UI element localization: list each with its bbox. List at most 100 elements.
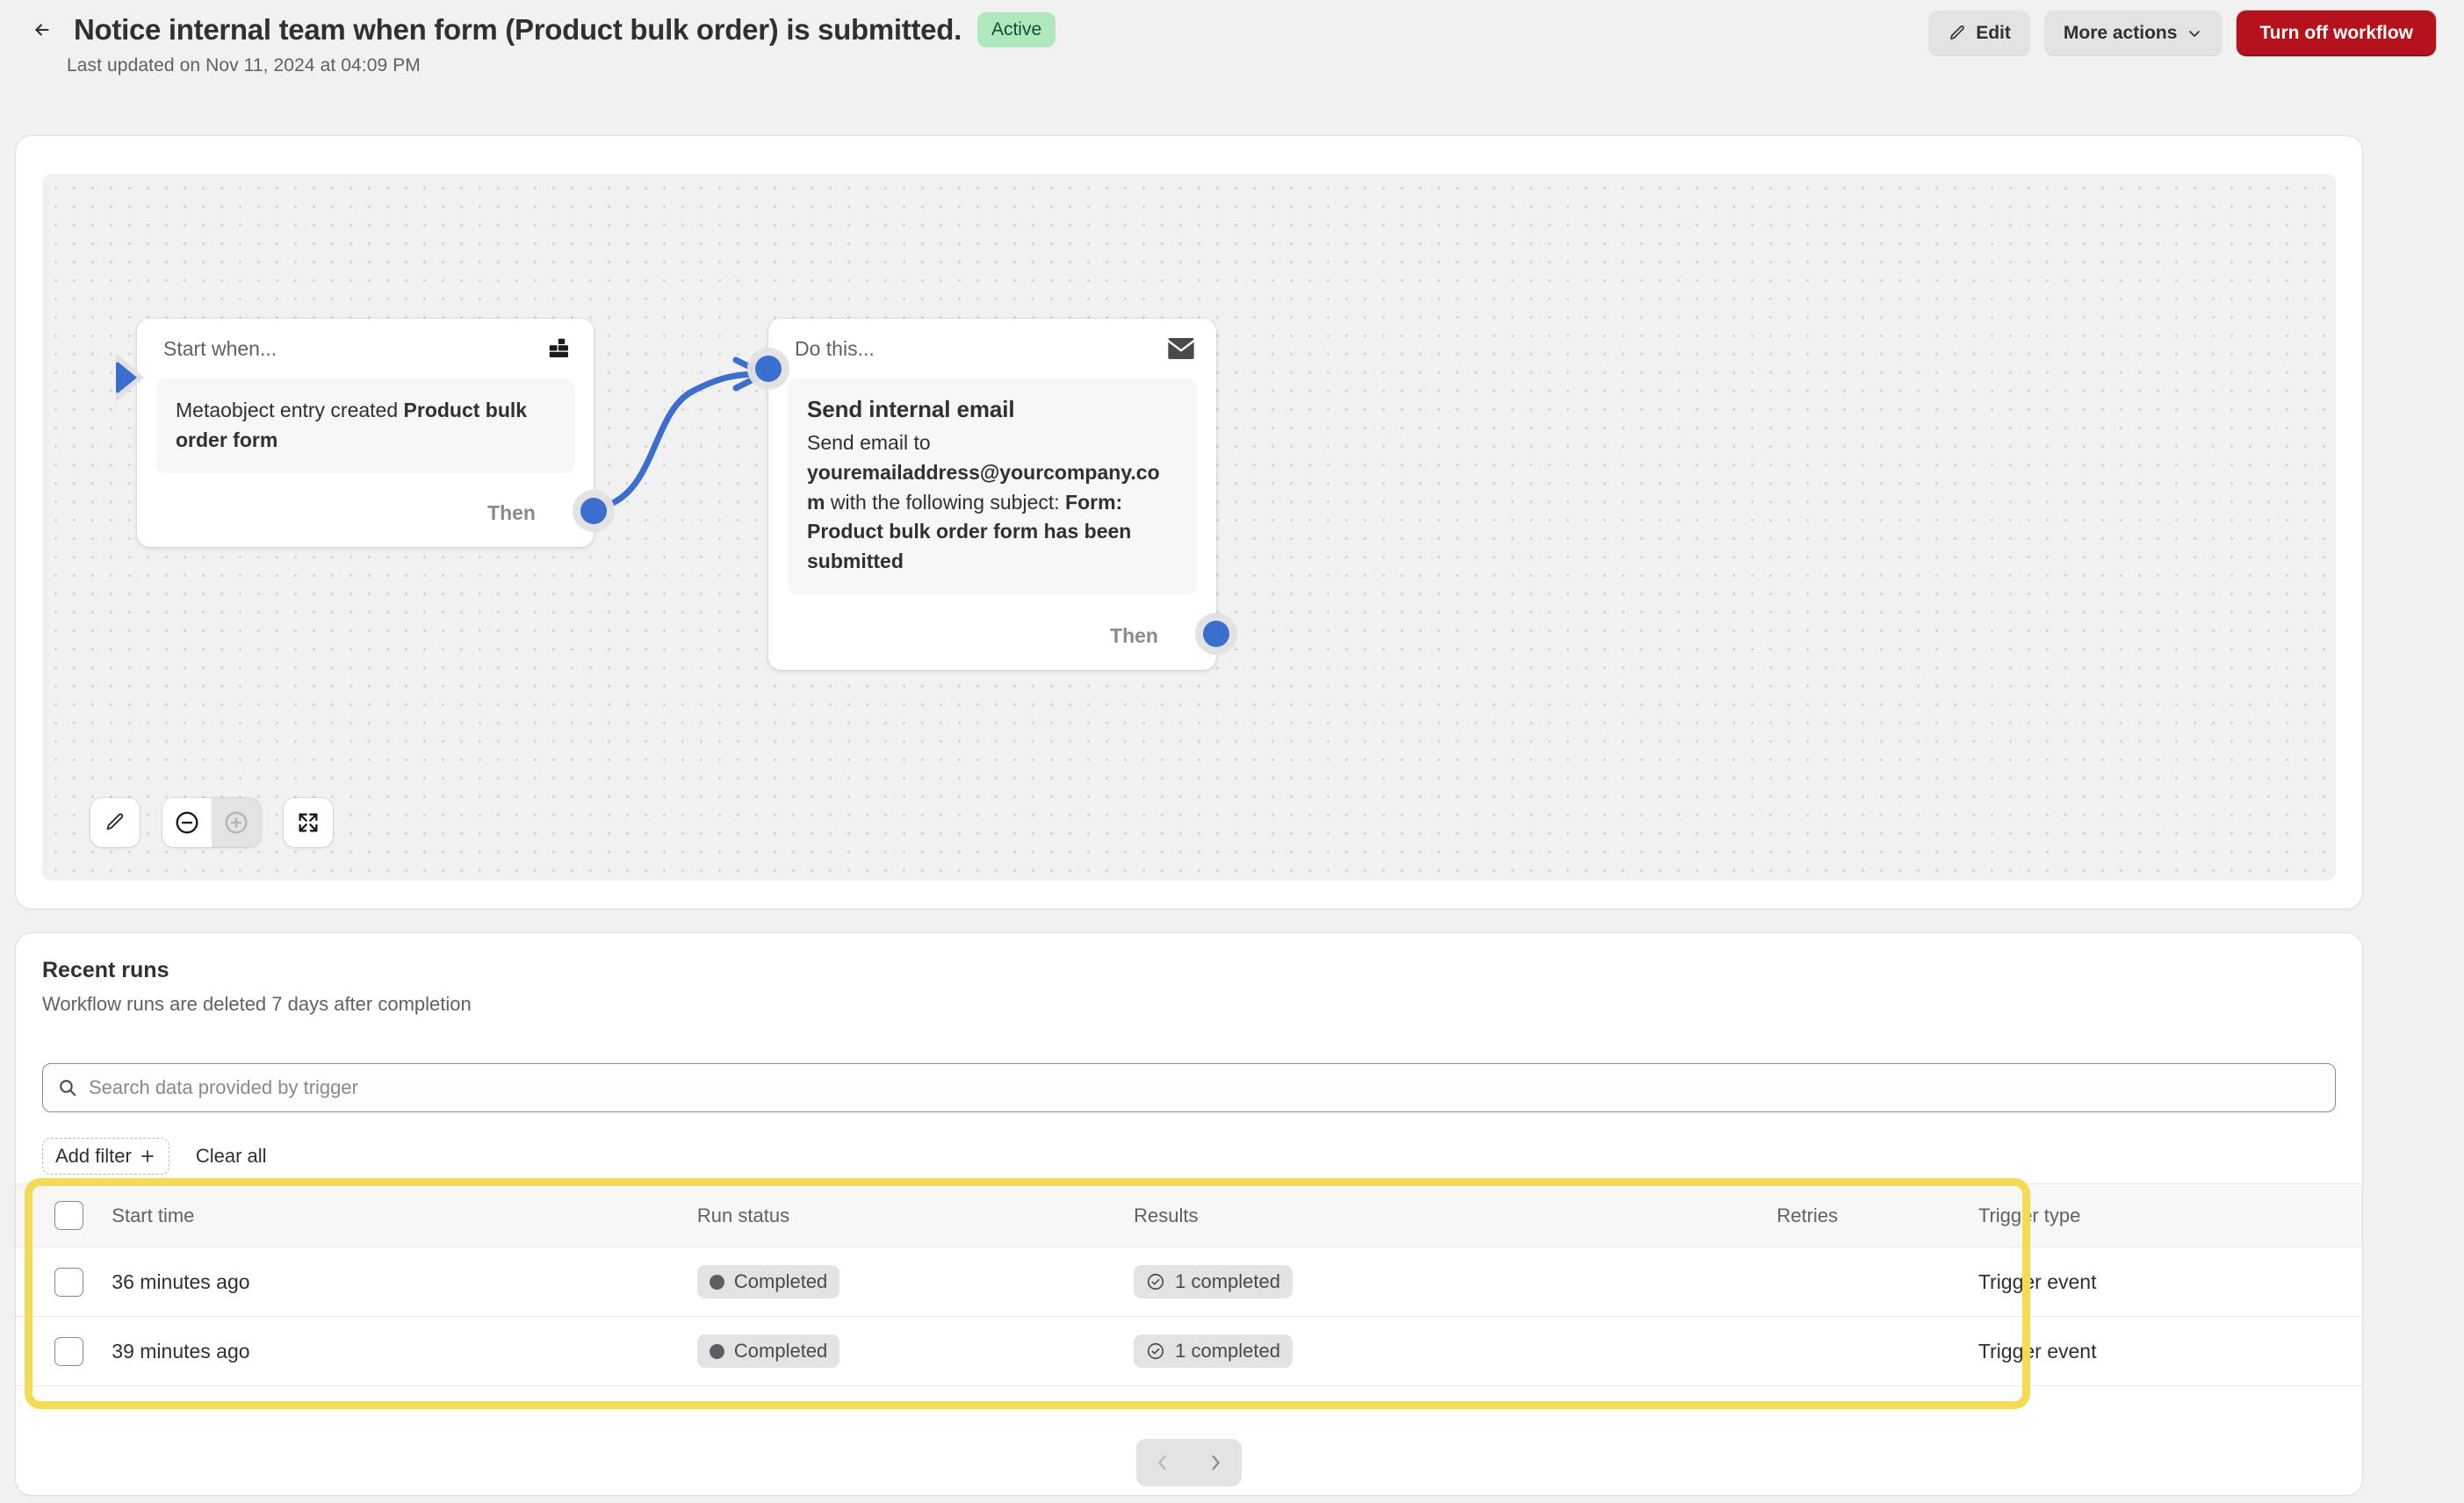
arrow-left-icon: [35, 24, 49, 36]
more-actions-button[interactable]: More actions: [2043, 11, 2223, 56]
back-button[interactable]: [26, 14, 58, 46]
turn-off-workflow-label: Turn off workflow: [2259, 23, 2413, 43]
cell-start-time: 36 minutes ago: [112, 1247, 697, 1317]
status-label: Completed: [733, 1340, 828, 1362]
workflow-action-node[interactable]: Do this... Send internal email Send emai…: [755, 319, 1229, 670]
search-field-wrapper[interactable]: [42, 1063, 2336, 1112]
cell-retries: [1776, 1316, 1978, 1386]
cell-run-status: Completed: [696, 1316, 1135, 1386]
header-actions: Edit More actions Turn off workflow: [1928, 11, 2436, 56]
trigger-then-label: Then: [487, 500, 536, 524]
action-node-text: Send email to youremailaddress@yourcompa…: [807, 428, 1178, 577]
trigger-node-header: Start when...: [137, 319, 594, 378]
row-select-cell: [16, 1247, 112, 1317]
status-label: Completed: [733, 1270, 828, 1292]
minus-circle-icon: [176, 811, 198, 834]
status-badge: Completed: [696, 1265, 840, 1298]
action-text-1: Send email to: [807, 431, 931, 454]
turn-off-workflow-button[interactable]: Turn off workflow: [2237, 11, 2436, 56]
column-header-trigger-type[interactable]: Trigger type: [1978, 1184, 2362, 1248]
row-select-cell: [16, 1316, 112, 1386]
email-icon: [1167, 336, 1195, 361]
action-output-handle[interactable]: [1203, 621, 1229, 647]
results-badge: 1 completed: [1134, 1334, 1293, 1368]
results-badge: 1 completed: [1134, 1265, 1293, 1298]
results-label: 1 completed: [1175, 1270, 1280, 1292]
check-circle-icon: [1148, 1273, 1164, 1291]
column-header-run-status[interactable]: Run status: [696, 1184, 1135, 1248]
trigger-text-plain: Metaobject entry created: [176, 399, 404, 421]
action-input-handle[interactable]: [755, 356, 782, 382]
add-filter-label: Add filter: [55, 1144, 132, 1167]
check-circle-icon: [1148, 1342, 1164, 1360]
header-left: Notice internal team when form (Product …: [30, 12, 1056, 76]
cell-start-time: 39 minutes ago: [112, 1316, 697, 1386]
add-filter-button[interactable]: Add filter: [42, 1137, 169, 1175]
column-header-start-time[interactable]: Start time: [112, 1184, 697, 1248]
workflow-start-flag: [118, 362, 137, 393]
table-row[interactable]: 39 minutes ago Completed 1 completed Tri…: [16, 1316, 2362, 1386]
pagination-prev-button: [1136, 1439, 1189, 1486]
search-input[interactable]: [89, 1076, 2321, 1099]
canvas-edit-button[interactable]: [90, 798, 140, 847]
column-header-retries[interactable]: Retries: [1776, 1184, 1978, 1248]
status-badge: Completed: [696, 1334, 840, 1368]
canvas-fit-view-button[interactable]: [284, 798, 333, 847]
table-row[interactable]: 36 minutes ago Completed 1 completed Tri…: [16, 1247, 2362, 1317]
action-node-footer: Then: [1110, 601, 1216, 670]
recent-runs-card: Recent runs Workflow runs are deleted 7 …: [16, 933, 2362, 1495]
pagination-next-button: [1189, 1439, 1242, 1486]
pencil-icon: [106, 813, 124, 831]
trigger-output-handle[interactable]: [580, 498, 607, 524]
chevron-down-icon: [2189, 31, 2201, 37]
filter-bar: Add filter Clear all: [16, 1128, 2362, 1184]
plus-circle-icon: [225, 811, 248, 834]
workflow-canvas[interactable]: Start when... Metaobject entry created P…: [42, 174, 2336, 881]
cell-run-status: Completed: [696, 1247, 1135, 1317]
cell-retries: [1776, 1247, 1978, 1317]
pencil-icon: [1950, 25, 1964, 40]
runs-table: Start time Run status Results Retries Tr…: [16, 1184, 2362, 1386]
trigger-node-footer: Then: [487, 478, 594, 547]
cell-results: 1 completed: [1134, 1316, 1777, 1386]
runs-table-body: 36 minutes ago Completed 1 completed Tri…: [16, 1247, 2362, 1386]
pagination: [1136, 1439, 1242, 1486]
action-node-label: Do this...: [795, 336, 875, 360]
action-then-label: Then: [1110, 623, 1158, 647]
trigger-node-label: Start when...: [163, 336, 277, 360]
results-label: 1 completed: [1175, 1340, 1280, 1362]
plus-icon: [140, 1149, 154, 1162]
action-node-header: Do this...: [768, 319, 1216, 378]
edit-button[interactable]: Edit: [1928, 11, 2030, 56]
page-header: Notice internal team when form (Product …: [0, 0, 2464, 136]
row-checkbox[interactable]: [54, 1267, 83, 1297]
cell-trigger-type: Trigger event: [1978, 1247, 2362, 1317]
chevron-right-icon: [1212, 1455, 1220, 1471]
canvas-zoom-group: [162, 798, 261, 847]
action-text-2: with the following subject:: [825, 490, 1066, 514]
select-all-checkbox[interactable]: [54, 1201, 83, 1230]
column-header-results[interactable]: Results: [1134, 1184, 1777, 1248]
cell-results: 1 completed: [1134, 1247, 1777, 1317]
title-row: Notice internal team when form (Product …: [30, 12, 1056, 47]
collapse-arrows-icon: [299, 813, 318, 832]
trigger-node-text: Metaobject entry created Product bulk or…: [176, 396, 555, 456]
action-node-body: Send internal email Send email to yourem…: [788, 378, 1197, 594]
workflow-trigger-node[interactable]: Start when... Metaobject entry created P…: [137, 319, 607, 547]
chevron-left-icon: [1158, 1455, 1166, 1471]
edit-button-label: Edit: [1976, 23, 2011, 43]
clear-all-button[interactable]: Clear all: [187, 1139, 276, 1174]
recent-runs-subtitle: Workflow runs are deleted 7 days after c…: [42, 993, 472, 1015]
runs-table-header-row: Start time Run status Results Retries Tr…: [16, 1184, 2362, 1248]
metaobject-blocks-icon: [546, 335, 573, 362]
row-checkbox[interactable]: [54, 1336, 83, 1366]
select-all-header: [16, 1184, 112, 1248]
last-updated-text: Last updated on Nov 11, 2024 at 04:09 PM: [67, 55, 421, 76]
recent-runs-header: Recent runs Workflow runs are deleted 7 …: [42, 958, 472, 1016]
canvas-zoom-in-button: [212, 798, 261, 847]
recent-runs-title: Recent runs: [42, 958, 169, 982]
page-title: Notice internal team when form (Product …: [74, 13, 962, 46]
more-actions-label: More actions: [2063, 23, 2178, 43]
canvas-zoom-out-button[interactable]: [162, 798, 212, 847]
status-badge: Active: [976, 12, 1056, 47]
